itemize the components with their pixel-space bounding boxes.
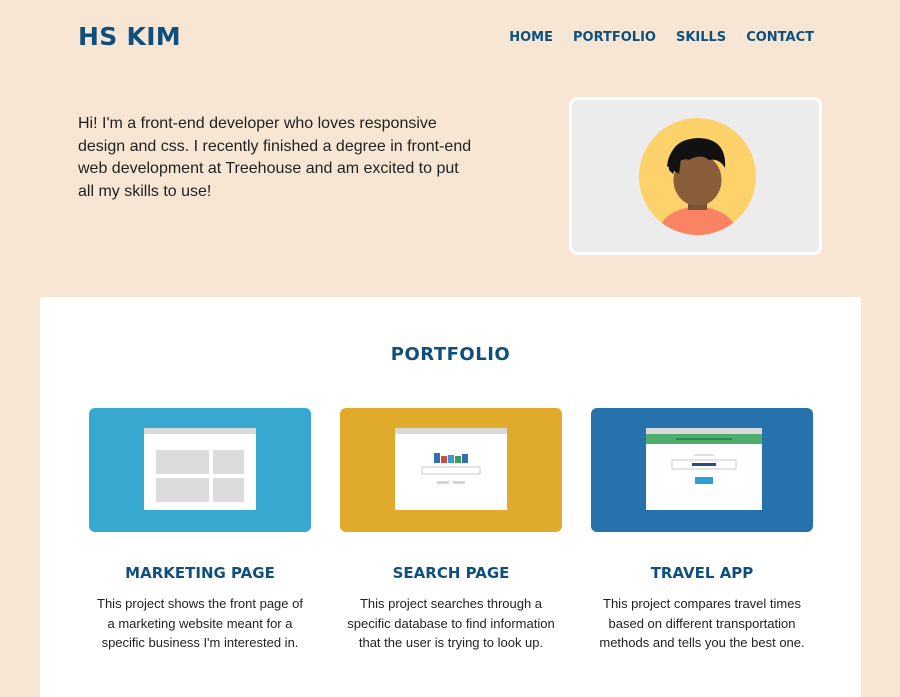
- project-desc-marketing: This project shows the front page of a m…: [97, 596, 303, 650]
- project-desc-travel: This project compares travel times based…: [599, 596, 805, 650]
- portfolio-section: PORTFOLIO MARKETING PAGE This project sh…: [40, 297, 861, 697]
- project-desc-search: This project searches through a specific…: [347, 596, 555, 650]
- avatar-illustration: [639, 118, 756, 235]
- project-card-search: SEARCH PAGE This project searches throug…: [340, 408, 562, 653]
- search-page-mockup-icon: [395, 428, 507, 510]
- marketing-page-mockup-icon: [144, 428, 256, 510]
- intro-text: Hi! I'm a front-end developer who loves …: [78, 115, 472, 200]
- portfolio-title: PORTFOLIO: [390, 344, 511, 365]
- nav-home[interactable]: HOME: [509, 30, 553, 45]
- site-logo[interactable]: HS KIM: [78, 22, 181, 51]
- project-title-travel[interactable]: TRAVEL APP: [591, 564, 813, 582]
- project-thumbnail-marketing[interactable]: [89, 408, 311, 532]
- project-card-travel: TRAVEL APP This project compares travel …: [591, 408, 813, 653]
- project-title-marketing[interactable]: MARKETING PAGE: [89, 564, 311, 582]
- project-card-marketing: MARKETING PAGE This project shows the fr…: [89, 408, 311, 653]
- travel-app-mockup-icon: [646, 428, 762, 510]
- project-thumbnail-travel[interactable]: [591, 408, 813, 532]
- profile-image-frame: [569, 97, 822, 255]
- main-nav: HOME PORTFOLIO SKILLS CONTACT: [509, 30, 814, 45]
- nav-skills[interactable]: SKILLS: [676, 30, 726, 45]
- nav-portfolio[interactable]: PORTFOLIO: [573, 30, 656, 45]
- project-thumbnail-search[interactable]: [340, 408, 562, 532]
- project-title-search[interactable]: SEARCH PAGE: [340, 564, 562, 582]
- nav-contact[interactable]: CONTACT: [746, 30, 814, 45]
